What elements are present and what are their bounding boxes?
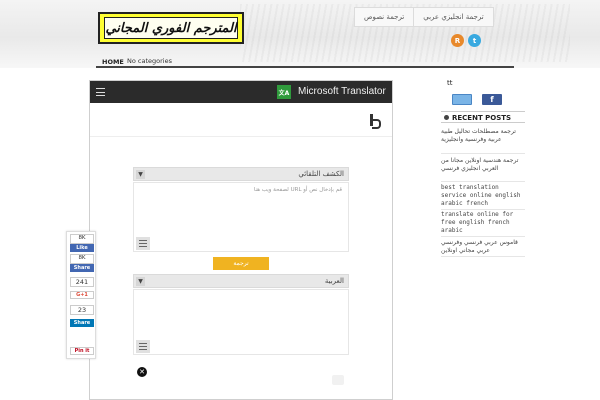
chevron-down-icon: ▼ xyxy=(136,277,145,286)
close-icon[interactable]: ✕ xyxy=(137,367,147,377)
target-language-label: العربية xyxy=(324,277,344,285)
target-language-select[interactable]: ▼ العربية xyxy=(133,274,349,288)
recent-post-link[interactable]: ترجمة مصطلحات تحاليل طبية عربية وفرنسية … xyxy=(441,128,525,154)
source-language-label: الكشف التلقائي xyxy=(298,170,344,178)
site-logo[interactable]: المترجم الفوري المجاني xyxy=(98,12,244,44)
gplus-count: 241 xyxy=(70,277,94,287)
recent-posts-header: RECENT POSTS xyxy=(441,111,525,123)
source-text-input[interactable]: قم بإدخال نص أو URL لصفحة ويب هنا xyxy=(133,182,349,252)
rss-icon[interactable]: R xyxy=(451,34,464,47)
translator-header: 文A Microsoft Translator xyxy=(90,81,392,103)
watermark-icon xyxy=(332,375,344,385)
recent-post-link[interactable]: ترجمة هندسية اونلاين مجانا من العربي انج… xyxy=(441,157,525,182)
translator-logo-icon: 文A xyxy=(277,85,291,99)
translator-title: Microsoft Translator xyxy=(298,86,386,97)
source-options-icon[interactable] xyxy=(136,237,150,250)
facebook-share-button[interactable]: Share xyxy=(70,264,94,272)
target-text-output[interactable] xyxy=(133,289,349,355)
linkedin-share-button[interactable]: Share xyxy=(70,319,94,327)
folder-icon[interactable] xyxy=(452,94,472,105)
sidebar-top-text: tt xyxy=(447,79,453,87)
source-placeholder: قم بإدخال نص أو URL لصفحة ويب هنا xyxy=(253,187,342,193)
facebook-share-count: 8K xyxy=(70,254,94,264)
translate-button[interactable]: ترجمة xyxy=(213,257,269,270)
bullet-icon xyxy=(444,115,449,120)
chevron-down-icon: ▼ xyxy=(136,170,145,179)
bing-logo-icon xyxy=(370,114,381,129)
target-options-icon[interactable] xyxy=(136,340,150,353)
recent-post-link[interactable]: قاموس عربي فرنسي وفرنسي عربي مجاني اونلا… xyxy=(441,239,525,257)
translator-widget: 文A Microsoft Translator ▼ الكشف التلقائي… xyxy=(89,80,393,400)
recent-posts-title: RECENT POSTS xyxy=(452,114,512,122)
pinterest-button[interactable]: Pin it xyxy=(70,347,94,355)
nav-link-english-arabic[interactable]: ترجمة انجليزي عربي xyxy=(414,8,492,26)
top-nav: ترجمة نصوص ترجمة انجليزي عربي xyxy=(354,7,494,27)
linkedin-count: 23 xyxy=(70,305,94,315)
facebook-icon[interactable]: f xyxy=(482,94,502,105)
hamburger-menu-icon[interactable] xyxy=(96,88,105,96)
facebook-like-count: 8K xyxy=(70,234,94,244)
share-bar: 8K Like 8K Share 241 G+1 23 Share Pin it xyxy=(66,231,96,359)
menu-divider xyxy=(96,66,514,68)
logo-text: المترجم الفوري المجاني xyxy=(104,17,238,39)
source-language-select[interactable]: ▼ الكشف التلقائي xyxy=(133,167,349,181)
translator-divider xyxy=(90,136,392,137)
twitter-icon[interactable]: t xyxy=(468,34,481,47)
nav-link-text-translation[interactable]: ترجمة نصوص xyxy=(355,8,415,26)
gplus-button[interactable]: G+1 xyxy=(70,291,94,299)
facebook-like-button[interactable]: Like xyxy=(70,244,94,252)
recent-post-link[interactable]: translate online for free english french… xyxy=(441,211,525,237)
recent-post-link[interactable]: best translation service online english … xyxy=(441,184,525,210)
